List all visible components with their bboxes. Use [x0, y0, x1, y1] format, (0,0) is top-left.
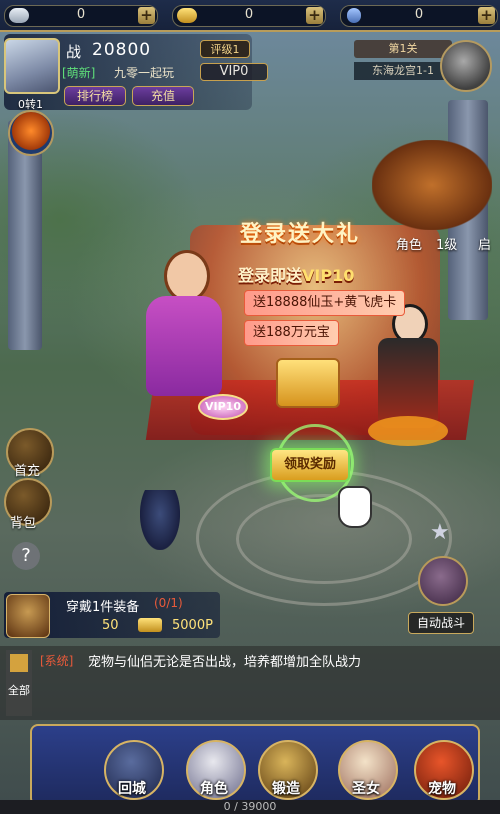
pointer-hand-icon — [338, 486, 372, 528]
quest-tracker[interactable]: 穿戴1件装备 (0/1) 50 5000P — [4, 592, 220, 638]
experience-text: 0 / 39000 — [223, 800, 277, 813]
add-gold-button[interactable]: + — [306, 7, 323, 24]
chat-avatar-icon — [10, 654, 28, 672]
event-reward-2: 送188万元宝 — [244, 320, 339, 346]
goddess-label: 圣女 — [352, 781, 380, 797]
gem-currency: 0 + — [340, 5, 498, 27]
guild-name: 九零一起玩 — [114, 66, 175, 80]
power-value: 20800 — [92, 40, 152, 60]
event-title: 登录送大礼 — [240, 222, 361, 247]
currency-bar: 0 + 0 + 0 + — [0, 0, 500, 32]
gold-value: 0 — [244, 7, 254, 22]
player-hero-character — [140, 490, 180, 550]
add-silver-button[interactable]: + — [138, 7, 155, 24]
recharge-button[interactable]: 充值 — [132, 86, 194, 106]
ranking-button[interactable]: 排行榜 — [64, 86, 126, 106]
pet-companion-icon[interactable] — [8, 110, 54, 156]
claim-reward-button[interactable]: 领取奖励 — [270, 448, 350, 482]
favorite-star-icon[interactable]: ★ — [430, 520, 450, 545]
forge-label: 锻造 — [272, 781, 300, 797]
guild-tag: [萌新] — [62, 66, 96, 80]
gem-icon — [347, 8, 361, 23]
silver-icon — [9, 8, 29, 23]
character-label: 角色 — [200, 781, 228, 797]
vip-badge[interactable]: VIP0 — [200, 63, 268, 81]
bottom-navigation — [30, 724, 480, 806]
event-subtitle-vip: VIP10 — [302, 266, 355, 285]
boss-portrait-icon[interactable] — [440, 40, 492, 92]
silver-currency: 0 + — [4, 5, 158, 27]
event-reward-1: 送18888仙玉+黄飞虎卡 — [244, 290, 406, 316]
chat-all-tab[interactable]: 全部 — [8, 684, 30, 697]
power-label: 战 — [66, 43, 82, 61]
battle-swords-icon[interactable] — [418, 556, 468, 606]
quest-gold-reward: 50 — [102, 618, 119, 633]
add-gem-button[interactable]: + — [478, 7, 495, 24]
gem-value: 0 — [414, 7, 424, 22]
silver-value: 0 — [76, 7, 86, 22]
quest-exp-reward: 5000P — [172, 618, 213, 633]
event-subtitle-prefix: 登录即送 — [238, 266, 303, 285]
stage-level: 第1关 — [354, 40, 452, 58]
gold-icon — [177, 8, 197, 23]
vip-gift-badge: VIP10 — [198, 394, 248, 420]
chat-channel-tag: [系统] — [40, 654, 74, 668]
quest-title: 穿戴1件装备 — [66, 600, 140, 615]
pet-label: 宠物 — [428, 781, 456, 797]
backpack-label: 背包 — [10, 516, 37, 531]
auto-battle-button[interactable]: 自动战斗 — [408, 612, 474, 634]
first-recharge-label: 首充 — [14, 464, 41, 479]
gold-currency: 0 + — [172, 5, 326, 27]
quest-exp-icon — [138, 618, 162, 632]
help-button[interactable]: ? — [12, 542, 40, 570]
player-avatar[interactable] — [4, 38, 60, 94]
event-subtitle: 登录即送VIP10 — [238, 262, 418, 286]
courtyard-ring-inner — [236, 494, 412, 584]
return-city-label: 回城 — [118, 781, 146, 797]
rank-badge: 评级1 — [200, 40, 250, 58]
chat-panel[interactable]: [系统] 宠物与仙侣无论是否出战，培养都增加全队战力 全部 — [0, 646, 500, 720]
stage-location: 东海龙宫1-1 — [354, 62, 452, 80]
quest-progress: (0/1) — [154, 596, 183, 610]
npc-extra-label: 启 — [478, 238, 492, 253]
quest-chest-icon — [6, 594, 50, 638]
chat-message: 宠物与仙侣无论是否出战，培养都增加全队战力 — [88, 655, 362, 670]
